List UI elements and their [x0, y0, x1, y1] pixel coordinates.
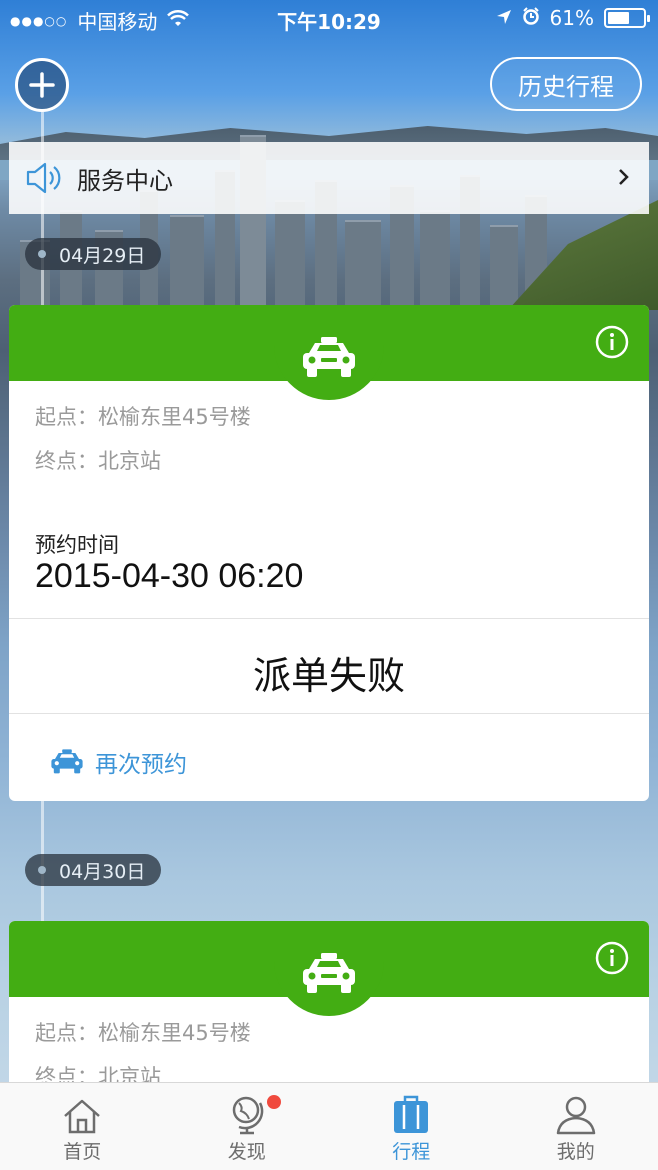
service-center-bar[interactable]: 服务中心 — [9, 142, 649, 214]
tab-discover[interactable]: 发现 — [165, 1083, 330, 1170]
trip-card-header — [9, 921, 649, 1016]
plus-icon — [29, 72, 55, 98]
tab-bar: 首页 发现 行程 我的 — [0, 1082, 658, 1170]
info-icon[interactable] — [595, 325, 629, 359]
reserve-time-label: 预约时间 — [35, 533, 119, 557]
info-icon[interactable] — [595, 941, 629, 975]
start-address: 起点：松榆东里45号楼 — [35, 1021, 251, 1045]
suitcase-icon — [394, 1095, 429, 1133]
add-trip-button[interactable] — [15, 58, 69, 112]
tab-trips[interactable]: 行程 — [329, 1083, 494, 1170]
home-icon — [64, 1099, 101, 1134]
battery-icon — [604, 8, 650, 28]
tab-mine[interactable]: 我的 — [494, 1083, 658, 1170]
tab-label: 首页 — [63, 1141, 102, 1163]
trip-card[interactable]: 起点：松榆东里45号楼 终点：北京站 预约时间 2015-04-30 06:20… — [9, 305, 649, 801]
tab-label: 行程 — [392, 1141, 431, 1163]
date-pill: 04月29日 — [25, 238, 162, 270]
status-bar: ●●●○○ 中国移动 下午10:29 61% — [0, 0, 658, 36]
taxi-icon — [51, 749, 83, 774]
dispatch-status: 派单失败 — [252, 654, 405, 698]
trip-card-header — [9, 305, 649, 400]
date-pill: 04月30日 — [25, 854, 162, 886]
globe-icon — [232, 1096, 264, 1135]
history-trips-button[interactable]: 历史行程 — [490, 57, 642, 111]
taxi-icon — [303, 337, 355, 377]
location-arrow-icon — [496, 6, 512, 30]
reserve-time-value: 2015-04-30 06:20 — [35, 557, 304, 595]
speaker-icon — [26, 162, 61, 194]
rebook-button[interactable]: 再次预约 — [49, 745, 187, 779]
tab-home[interactable]: 首页 — [0, 1083, 165, 1170]
alarm-icon — [522, 6, 540, 30]
notification-badge — [266, 1095, 281, 1109]
user-icon — [556, 1096, 595, 1135]
rebook-label: 再次预约 — [95, 752, 187, 778]
divider — [9, 713, 649, 714]
tab-label: 发现 — [227, 1141, 266, 1163]
taxi-icon — [303, 953, 355, 993]
service-center-label: 服务中心 — [77, 166, 173, 195]
tab-label: 我的 — [556, 1141, 595, 1163]
chevron-right-icon — [619, 169, 629, 185]
battery-percent: 61% — [549, 6, 594, 30]
start-address: 起点：松榆东里45号楼 — [35, 405, 251, 429]
divider — [9, 618, 649, 619]
end-address: 终点：北京站 — [35, 449, 161, 473]
